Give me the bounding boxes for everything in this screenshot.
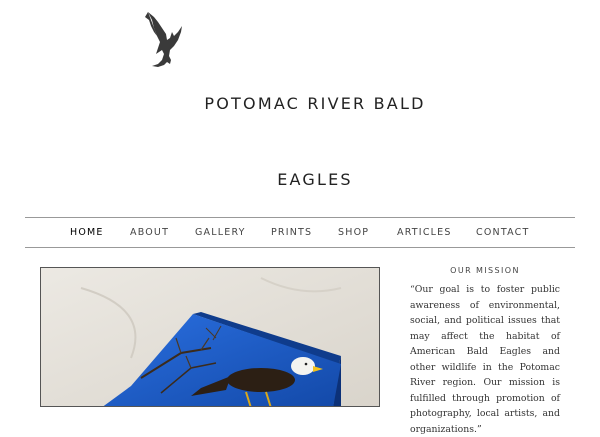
main-nav: HOME ABOUT GALLERY PRINTS SHOP ARTICLES … (25, 217, 575, 248)
nav-gallery[interactable]: GALLERY (195, 218, 246, 247)
nav-prints[interactable]: PRINTS (271, 218, 312, 247)
site-title-line2[interactable]: EAGLES (0, 170, 600, 189)
eagle-logo-icon[interactable] (140, 8, 186, 70)
nav-shop[interactable]: SHOP (338, 218, 369, 247)
mission-text: “Our goal is to foster public awareness … (410, 284, 560, 435)
nav-contact[interactable]: CONTACT (476, 218, 529, 247)
mission-heading: OUR MISSION (450, 266, 520, 275)
site-title-line1[interactable]: POTOMAC RIVER BALD (0, 94, 600, 113)
nav-about[interactable]: ABOUT (130, 218, 169, 247)
nav-articles[interactable]: ARTICLES (397, 218, 452, 247)
nav-home[interactable]: HOME (70, 218, 104, 247)
featured-canvas-print-image[interactable] (40, 267, 380, 407)
